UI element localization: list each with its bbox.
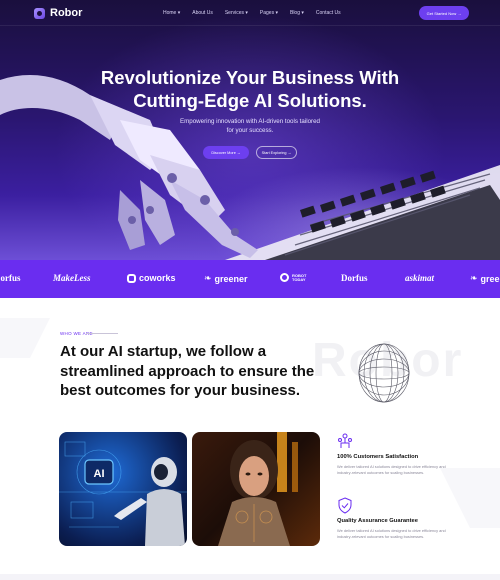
tag-divider <box>86 333 118 334</box>
menu-item-about[interactable]: About Us <box>192 10 213 16</box>
quality-shield-icon <box>338 497 352 514</box>
humanoid-robot-illustration <box>218 432 298 546</box>
menu-item-services[interactable]: Services ▾ <box>225 10 248 16</box>
svg-text:AI: AI <box>94 468 105 480</box>
brand-logo-coworks: coworks <box>127 273 176 283</box>
customer-satisfaction-icon <box>338 433 352 448</box>
robot-today-icon <box>280 273 289 282</box>
menu-item-home[interactable]: Home ▾ <box>163 10 180 16</box>
feature-text-quality: We deliver tailored AI solutions designe… <box>337 528 446 540</box>
brand-label: ROBOT TODAY <box>292 272 307 282</box>
hero-subtitle-line-1: Empowering innovation with AI-driven too… <box>180 118 320 125</box>
discover-more-button[interactable]: Discover More → <box>203 146 249 159</box>
brand-logo-askimat: askimat <box>405 273 435 283</box>
menu-item-pages[interactable]: Pages ▾ <box>260 10 278 16</box>
leaf-icon: ❧ <box>204 273 212 283</box>
hero-title: Revolutionize Your Business With Cutting… <box>0 66 500 112</box>
about-heading: At our AI startup, we follow a streamlin… <box>60 343 315 399</box>
brand-logos-strip: Dorfus MakeLess coworks ❧ greener ROBOT … <box>0 260 500 298</box>
ai-robot-image: AI <box>59 432 187 546</box>
about-section: Robor WHO WE ARE At our AI startup, we f… <box>0 298 500 580</box>
hero-title-line-2: Cutting-Edge AI Solutions. <box>133 90 367 111</box>
hero-subtitle: Empowering innovation with AI-driven too… <box>0 117 500 135</box>
brand-logo-robot-today: ROBOT TODAY <box>280 273 312 282</box>
hero-section: Robor Home ▾ About Us Services ▾ Pages ▾… <box>0 0 500 260</box>
get-started-button[interactable]: Get Started Now → <box>419 6 469 20</box>
hero-subtitle-line-2: for your success. <box>226 127 274 134</box>
start-exploring-button[interactable]: Start Exploring → <box>256 146 297 159</box>
page-bottom-edge <box>0 574 500 580</box>
brand-logo-makeless: MakeLess <box>53 273 91 283</box>
brand-logo-dorfus-2: Dorfus <box>341 273 368 283</box>
brand-label: greener <box>480 273 500 284</box>
coworks-icon <box>127 273 136 283</box>
brand-logo[interactable]: Robor <box>34 7 82 19</box>
top-navigation: Robor Home ▾ About Us Services ▾ Pages ▾… <box>0 0 500 26</box>
menu-item-contact[interactable]: Contact Us <box>316 10 341 16</box>
brand-logo-dorfus: Dorfus <box>0 273 21 283</box>
brand-logo-greener: ❧ greener <box>204 273 248 284</box>
wireframe-sphere-graphic <box>358 343 410 403</box>
hero-title-line-1: Revolutionize Your Business With <box>100 67 400 88</box>
feature-title-satisfaction: 100% Customers Satisfaction <box>337 454 419 460</box>
brand-label: greener <box>214 273 248 284</box>
brand-logo-greener-2: ❧ greener <box>470 273 500 284</box>
feature-text-satisfaction: We deliver tailored AI solutions designe… <box>337 464 446 476</box>
feature-title-quality: Quality Assurance Guarantee <box>337 518 418 524</box>
humanoid-robot-image <box>192 432 320 546</box>
logo-text: Robor <box>50 7 83 19</box>
ai-robot-illustration: AI <box>59 441 187 546</box>
brand-label: coworks <box>139 273 176 283</box>
robot-logo-icon <box>34 7 45 19</box>
main-menu: Home ▾ About Us Services ▾ Pages ▾ Blog … <box>163 10 341 16</box>
menu-item-blog[interactable]: Blog ▾ <box>290 10 304 16</box>
leaf-icon: ❧ <box>470 273 478 283</box>
